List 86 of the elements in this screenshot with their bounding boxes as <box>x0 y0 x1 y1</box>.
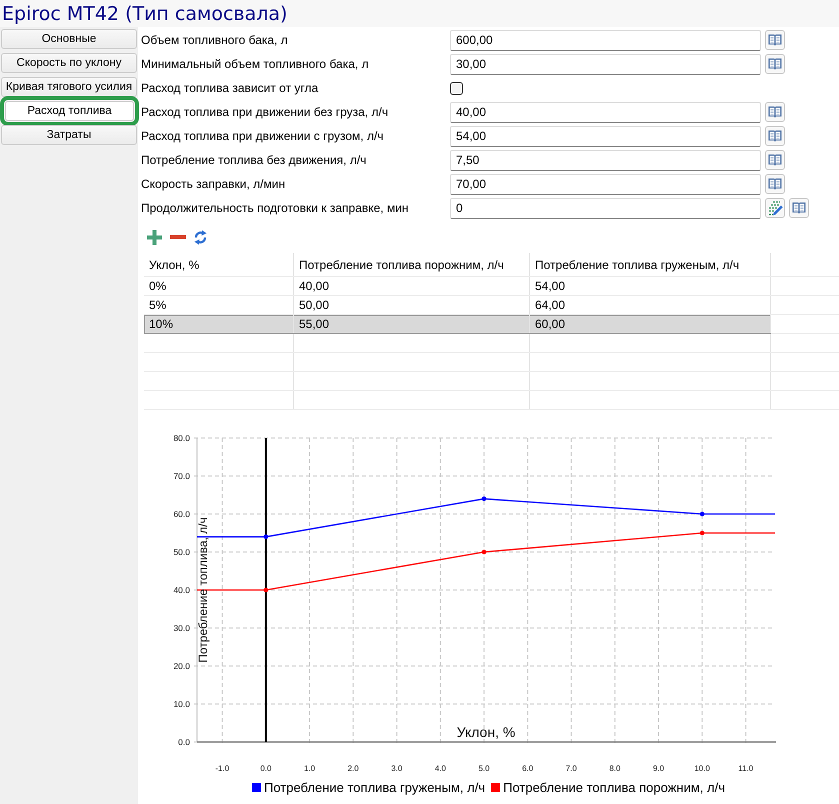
book-icon <box>768 130 782 142</box>
x-tick-label: 0.0 <box>260 764 272 773</box>
book-button[interactable] <box>765 54 785 74</box>
book-button[interactable] <box>765 30 785 50</box>
plus-icon[interactable] <box>147 230 162 244</box>
y-tick-label: 0.0 <box>178 737 190 747</box>
sidebar-tab[interactable]: Основные <box>1 29 137 49</box>
book-icon <box>768 106 782 118</box>
book-icon <box>792 202 806 214</box>
table-cell: 0% <box>144 277 294 295</box>
book-button[interactable] <box>765 126 785 146</box>
field-label: Расход топлива при движении без груза, л/ч <box>141 105 388 119</box>
book-button[interactable] <box>789 198 809 218</box>
list-pencil-icon <box>768 200 782 216</box>
window-title: Epiroc MT42 (Тип самосвала) <box>2 2 288 26</box>
data-point <box>264 588 268 592</box>
sidebar-tab[interactable]: Скорость по уклону <box>1 53 137 73</box>
value-field[interactable]: 0 <box>450 198 761 218</box>
field-label: Продолжительность подготовки к заправке, мин <box>141 201 409 215</box>
value-field[interactable]: 7,50 <box>450 150 761 170</box>
x-tick-label: 7.0 <box>566 764 577 773</box>
book-icon <box>768 34 782 46</box>
field-label: Скорость заправки, л/мин <box>141 177 286 191</box>
x-tick-label: 9.0 <box>652 764 664 773</box>
data-point <box>482 550 486 554</box>
value-field[interactable]: 40,00 <box>450 102 761 122</box>
x-tick-label: -1.0 <box>215 764 230 773</box>
x-axis-title: Уклон, % <box>456 724 516 740</box>
x-tick-label: 3.0 <box>391 764 402 773</box>
table-cell: 60,00 <box>530 315 771 333</box>
table-row[interactable]: 0% 40,00 54,00 <box>144 277 771 296</box>
y-tick-label: 70.0 <box>173 471 190 481</box>
value-field[interactable]: 54,00 <box>450 126 761 146</box>
y-tick-label: 30.0 <box>173 623 190 633</box>
y-tick-label: 60.0 <box>173 509 190 519</box>
value-field[interactable]: 600,00 <box>450 30 761 50</box>
y-axis-title: Потребление топлива, л/ч <box>196 517 210 663</box>
data-point <box>264 534 268 540</box>
y-tick-label: 10.0 <box>173 699 190 709</box>
x-tick-label: 2.0 <box>348 764 359 773</box>
book-icon <box>768 58 782 70</box>
list-editor-button[interactable] <box>765 198 785 218</box>
table-cell: 50,00 <box>294 296 530 314</box>
table-cell: 54,00 <box>530 277 771 295</box>
x-tick-label: 6.0 <box>522 764 534 773</box>
book-button[interactable] <box>765 174 785 194</box>
x-tick-label: 11.0 <box>738 764 754 773</box>
refresh-icon[interactable] <box>194 230 207 244</box>
x-tick-label: 1.0 <box>304 764 316 773</box>
book-button[interactable] <box>765 150 785 170</box>
field-label: Потребление топлива без движения, л/ч <box>141 153 366 167</box>
y-tick-label: 80.0 <box>173 433 190 443</box>
table-cell: 5% <box>144 296 294 314</box>
field-label: Расход топлива зависит от угла <box>141 81 318 95</box>
column-header[interactable]: Потребление топлива груженым, л/ч <box>530 253 771 276</box>
y-tick-label: 50.0 <box>173 547 190 557</box>
legend-label: Потребление топлива груженым, л/ч <box>264 780 486 794</box>
x-tick-label: 8.0 <box>609 764 620 773</box>
column-header[interactable]: Уклон, % <box>144 253 294 276</box>
book-button[interactable] <box>765 102 785 122</box>
value-field[interactable]: 30,00 <box>450 54 761 74</box>
data-point <box>700 530 704 536</box>
table-row[interactable]: 5% 50,00 64,00 <box>144 296 771 315</box>
field-label: Объем топливного бака, л <box>141 33 288 47</box>
x-tick-label: 4.0 <box>434 764 446 773</box>
checkbox[interactable] <box>450 82 463 94</box>
legend-label: Потребление топлива порожним, л/ч <box>503 780 725 794</box>
table-cell: 64,00 <box>530 296 771 314</box>
field-label: Минимальный объем топливного бака, л <box>141 57 369 71</box>
table-row[interactable]: 10% 55,00 60,00 <box>144 315 771 334</box>
x-tick-label: 10.0 <box>694 764 710 773</box>
table-cell: 40,00 <box>294 277 530 295</box>
book-icon <box>768 154 782 166</box>
book-icon <box>768 178 782 190</box>
column-header[interactable]: Потребление топлива порожним, л/ч <box>294 253 530 276</box>
sidebar-tab[interactable]: Затраты <box>1 125 137 145</box>
table-cell: 10% <box>144 315 294 333</box>
y-tick-label: 40.0 <box>173 585 190 595</box>
field-label: Расход топлива при движении с грузом, л/ч <box>141 129 384 143</box>
table-cell: 55,00 <box>294 315 530 333</box>
value-field[interactable]: 70,00 <box>450 174 761 194</box>
y-tick-label: 20.0 <box>173 661 190 671</box>
x-tick-label: 5.0 <box>478 764 490 773</box>
data-point <box>482 496 486 502</box>
sidebar-tab[interactable]: Кривая тягового усилия <box>1 77 137 97</box>
data-point <box>700 512 704 516</box>
